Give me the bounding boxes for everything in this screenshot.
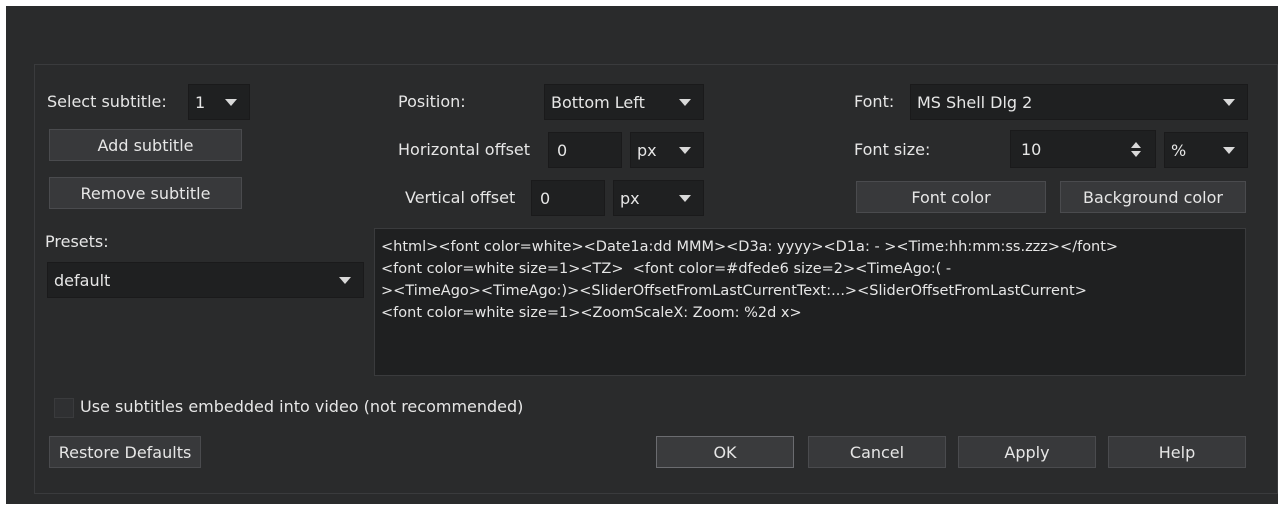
embedded-subtitles-label: Use subtitles embedded into video (not r… [80, 397, 524, 416]
horizontal-unit-value: px [637, 140, 657, 160]
presets-label: Presets: [45, 232, 109, 251]
subtitle-template-textarea[interactable]: <html><font color=white><Date1a:dd MMM><… [374, 228, 1246, 376]
restore-defaults-button[interactable]: Restore Defaults [49, 436, 201, 468]
chevron-down-icon[interactable] [1131, 150, 1141, 157]
background-color-button[interactable]: Background color [1060, 181, 1246, 213]
presets-value: default [54, 270, 111, 290]
font-value: MS Shell Dlg 2 [917, 92, 1033, 112]
select-subtitle-value: 1 [195, 92, 206, 112]
chevron-down-icon [1223, 146, 1235, 154]
chevron-down-icon [679, 194, 691, 202]
apply-button[interactable]: Apply [958, 436, 1096, 468]
chevron-up-icon[interactable] [1131, 141, 1141, 148]
horizontal-offset-input[interactable]: 0 [548, 132, 622, 168]
chevron-down-icon [1223, 98, 1235, 106]
font-size-unit-dropdown[interactable]: % [1164, 132, 1248, 168]
vertical-unit-dropdown[interactable]: px [613, 180, 704, 216]
horizontal-unit-dropdown[interactable]: px [630, 132, 704, 168]
horizontal-offset-label: Horizontal offset [398, 140, 531, 159]
cancel-button[interactable]: Cancel [808, 436, 946, 468]
vertical-unit-value: px [620, 188, 640, 208]
embedded-subtitles-checkbox[interactable] [54, 398, 74, 418]
chevron-down-icon [225, 98, 237, 106]
font-dropdown[interactable]: MS Shell Dlg 2 [910, 84, 1248, 120]
select-subtitle-dropdown[interactable]: 1 [188, 84, 250, 120]
font-size-spinner[interactable] [1126, 132, 1146, 166]
chevron-down-icon [679, 146, 691, 154]
add-subtitle-button[interactable]: Add subtitle [49, 129, 242, 161]
chevron-down-icon [679, 98, 691, 106]
presets-dropdown[interactable]: default [47, 262, 364, 298]
font-label: Font: [854, 92, 895, 111]
select-subtitle-label: Select subtitle: [47, 92, 167, 111]
font-color-button[interactable]: Font color [856, 181, 1046, 213]
font-size-value: 10 [1021, 139, 1042, 159]
position-dropdown[interactable]: Bottom Left [544, 84, 704, 120]
vertical-offset-label: Vertical offset [405, 188, 516, 207]
position-label: Position: [398, 92, 466, 111]
position-value: Bottom Left [551, 92, 645, 112]
font-size-label: Font size: [854, 140, 931, 159]
ok-button[interactable]: OK [656, 436, 794, 468]
chevron-down-icon [339, 276, 351, 284]
subtitle-settings-dialog: Select subtitle: 1 Add subtitle Remove s… [6, 6, 1278, 504]
help-button[interactable]: Help [1108, 436, 1246, 468]
vertical-offset-input[interactable]: 0 [531, 180, 605, 216]
remove-subtitle-button[interactable]: Remove subtitle [49, 177, 242, 209]
font-size-unit-value: % [1171, 140, 1187, 160]
